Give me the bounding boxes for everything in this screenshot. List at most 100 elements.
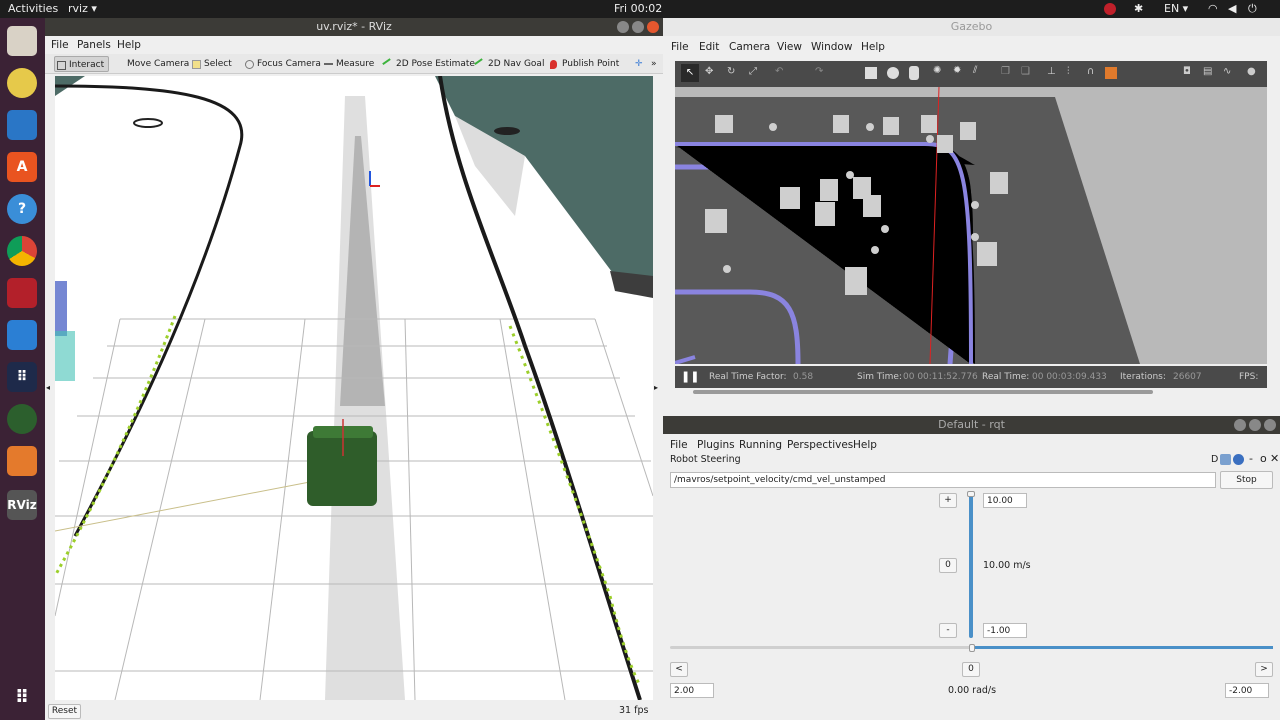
stop-button[interactable]: Stop xyxy=(1220,471,1273,489)
terminal-icon[interactable] xyxy=(7,278,37,308)
tool-measure[interactable]: Measure xyxy=(322,56,374,72)
rqt-close-icon[interactable] xyxy=(1264,419,1276,431)
gz-snap-icon[interactable]: ⫶ xyxy=(1067,66,1070,77)
tool-focus-camera[interactable]: Focus Camera xyxy=(243,56,321,72)
bluetooth-icon[interactable]: ✱ xyxy=(1134,2,1143,15)
gz-redo-icon[interactable]: ↷ xyxy=(815,66,823,77)
gz-log-icon[interactable]: ▤ xyxy=(1203,66,1212,77)
angular-left-button[interactable]: < xyxy=(670,662,688,677)
plugin-d-button[interactable]: D xyxy=(1211,454,1218,465)
tool-select[interactable]: Select xyxy=(190,56,232,72)
plugin-close-icon[interactable]: ✕ xyxy=(1270,452,1279,465)
angular-slider-handle[interactable] xyxy=(968,644,975,652)
maximize-icon[interactable] xyxy=(632,21,644,33)
angular-min-input[interactable]: -2.00 xyxy=(1225,683,1269,698)
gz-translate-icon[interactable]: ✥ xyxy=(705,66,713,77)
linear-zero-button[interactable]: 0 xyxy=(939,558,957,573)
plugin-help-icon[interactable] xyxy=(1233,454,1244,465)
reload-icon[interactable] xyxy=(1220,454,1231,465)
gz-change-view-icon[interactable] xyxy=(1105,67,1117,79)
record-icon[interactable] xyxy=(1104,3,1116,15)
linear-slider-handle[interactable] xyxy=(967,491,975,497)
tool-2d-pose-estimate[interactable]: 2D Pose Estimate xyxy=(382,56,475,72)
writer-icon[interactable] xyxy=(7,110,37,140)
power-icon[interactable]: ⏻ xyxy=(1248,2,1257,16)
minimize-icon[interactable] xyxy=(617,21,629,33)
box-icon[interactable] xyxy=(7,446,37,476)
rqt-menu-help[interactable]: Help xyxy=(853,439,877,451)
linear-minus-button[interactable]: - xyxy=(939,623,957,638)
linear-plus-button[interactable]: + xyxy=(939,493,957,508)
add-tool-icon[interactable]: ✛ xyxy=(629,56,643,72)
angular-slider[interactable] xyxy=(670,644,1273,652)
gz-rotate-icon[interactable]: ↻ xyxy=(727,66,735,77)
close-icon[interactable] xyxy=(647,21,659,33)
menu-help[interactable]: Help xyxy=(117,39,141,51)
plugin-float-icon[interactable]: o xyxy=(1260,452,1267,465)
gz-pause-icon[interactable]: ❚❚ xyxy=(681,370,699,383)
left-panel-collapse-icon[interactable]: ◂ xyxy=(46,383,50,392)
right-panel-collapse-icon[interactable]: ▸ xyxy=(654,383,658,392)
gz-align-icon[interactable]: ⊥ xyxy=(1047,66,1056,77)
gz-cylinder-shape-icon[interactable] xyxy=(909,66,919,80)
angular-right-button[interactable]: > xyxy=(1255,662,1273,677)
rviz-3d-view[interactable] xyxy=(55,76,653,700)
angular-max-input[interactable]: 2.00 xyxy=(670,683,714,698)
wifi-icon[interactable]: ◠ xyxy=(1208,2,1218,15)
gz-scale-icon[interactable]: ⤢ xyxy=(749,66,757,77)
tool-move-camera[interactable]: Move Camera xyxy=(113,56,189,72)
software-icon[interactable]: A xyxy=(7,152,37,182)
globe-icon[interactable] xyxy=(7,404,37,434)
app-menu[interactable]: rviz ▾ xyxy=(68,2,97,15)
toolbar-overflow-icon[interactable]: » xyxy=(649,56,657,72)
tool-interact[interactable]: Interact xyxy=(54,56,110,72)
rqt-titlebar[interactable]: Default - rqt xyxy=(663,416,1280,434)
gazebo-titlebar[interactable]: Gazebo xyxy=(663,18,1280,36)
gz-spot-light-icon[interactable]: ✹ xyxy=(953,65,961,76)
rqt-minimize-icon[interactable] xyxy=(1234,419,1246,431)
rqt-maximize-icon[interactable] xyxy=(1249,419,1261,431)
gz-plot-icon[interactable]: ∿ xyxy=(1223,66,1231,77)
show-apps-icon[interactable]: ⠿ xyxy=(7,682,37,712)
vscode-icon[interactable] xyxy=(7,320,37,350)
gz-menu-edit[interactable]: Edit xyxy=(699,41,719,53)
rqt-menu-running[interactable]: Running xyxy=(739,439,782,451)
grid-app-icon[interactable]: ⠿ xyxy=(7,362,37,392)
rqt-menu-file[interactable]: File xyxy=(670,439,688,451)
gz-undo-icon[interactable]: ↶ xyxy=(775,66,783,77)
topic-input[interactable]: /mavros/setpoint_velocity/cmd_vel_unstam… xyxy=(670,472,1216,488)
gz-menu-file[interactable]: File xyxy=(671,41,689,53)
gz-directional-light-icon[interactable]: ⫽ xyxy=(973,65,977,76)
linear-slider[interactable] xyxy=(967,491,975,638)
gz-menu-camera[interactable]: Camera xyxy=(729,41,770,53)
linear-max-input[interactable]: 10.00 xyxy=(983,493,1027,508)
help-icon[interactable]: ? xyxy=(7,194,37,224)
volume-icon[interactable]: ◀ xyxy=(1228,2,1236,15)
files-icon[interactable] xyxy=(7,26,37,56)
gz-paste-icon[interactable]: ❑ xyxy=(1021,66,1030,77)
gz-box-shape-icon[interactable] xyxy=(865,67,877,79)
rqt-menu-plugins[interactable]: Plugins xyxy=(697,439,735,451)
chrome-icon[interactable] xyxy=(7,236,37,266)
activities-button[interactable]: Activities xyxy=(8,2,58,15)
gz-menu-view[interactable]: View xyxy=(777,41,802,53)
gz-screenshot-icon[interactable]: ◘ xyxy=(1183,66,1191,77)
tool-2d-nav-goal[interactable]: 2D Nav Goal xyxy=(474,56,544,72)
gazebo-3d-view[interactable] xyxy=(675,87,1267,364)
rviz-icon[interactable]: RViz xyxy=(7,490,37,520)
plugin-minimize-icon[interactable]: - xyxy=(1249,452,1253,465)
rhythmbox-icon[interactable] xyxy=(7,68,37,98)
menu-file[interactable]: File xyxy=(51,39,69,51)
rviz-titlebar[interactable]: uv.rviz* - RViz xyxy=(45,18,663,36)
rqt-menu-perspectives[interactable]: Perspectives xyxy=(787,439,853,451)
gz-select-mode-icon[interactable]: ↖ xyxy=(681,64,699,82)
gz-menu-help[interactable]: Help xyxy=(861,41,885,53)
clock[interactable]: Fri 00:02 xyxy=(614,2,662,15)
gz-magnet-icon[interactable]: ∩ xyxy=(1087,66,1094,77)
gz-menu-window[interactable]: Window xyxy=(811,41,852,53)
tool-publish-point[interactable]: Publish Point xyxy=(548,56,619,72)
gz-copy-icon[interactable]: ❐ xyxy=(1001,66,1010,77)
menu-panels[interactable]: Panels xyxy=(77,39,111,51)
language-menu[interactable]: EN ▾ xyxy=(1164,2,1188,15)
angular-zero-button[interactable]: 0 xyxy=(962,662,980,677)
